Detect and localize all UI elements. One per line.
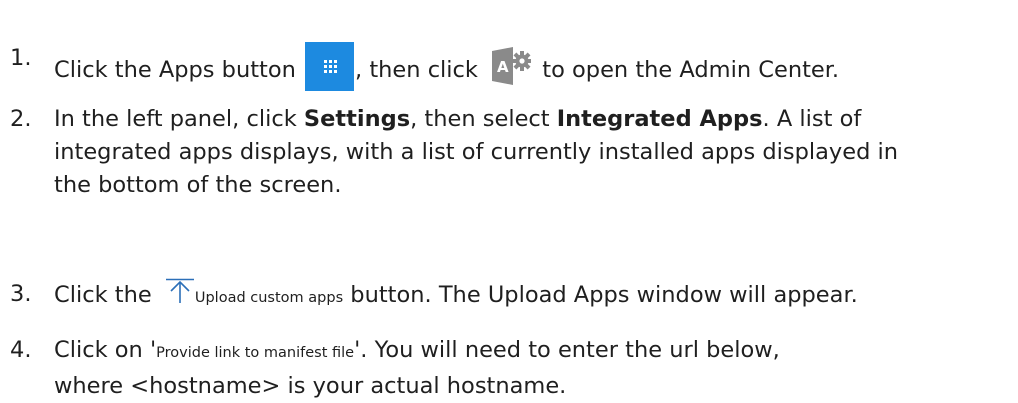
step-2-text-b: , then select: [410, 106, 550, 132]
apps-grid-icon: [305, 42, 355, 91]
step-number: 3.: [10, 281, 32, 307]
settings-label: Settings: [303, 106, 411, 132]
step-2-line-3: the bottom of the screen.: [54, 172, 342, 198]
admin-icon-letter: A: [497, 58, 509, 76]
step-4-text-b: '. You will need to enter the url below,: [354, 337, 780, 363]
step-1-text-a: Click the Apps button: [54, 57, 296, 83]
step-number: 1.: [10, 45, 32, 71]
upload-arrow-icon: [165, 278, 195, 304]
upload-custom-apps-label: Upload custom apps: [194, 290, 344, 306]
provide-link-label: Provide link to manifest file: [156, 345, 355, 361]
step-number: 2.: [10, 106, 32, 132]
step-3-text-b: button. The Upload Apps window will appe…: [350, 282, 858, 308]
step-1-text-c: to open the Admin Center.: [542, 57, 840, 83]
step-2-text-c: . A list of: [762, 106, 862, 132]
integrated-apps-label: Integrated Apps: [556, 106, 763, 132]
step-2-line-2: integrated apps displays, with a list of…: [54, 139, 899, 165]
step-2-text-a: In the left panel, click: [54, 106, 297, 132]
step-1-text-b: , then click: [355, 57, 478, 83]
admin-center-icon: A: [491, 45, 532, 87]
step-4-text-a: Click on ': [54, 337, 157, 363]
step-3-text-a: Click the: [54, 282, 152, 308]
step-4-line-2: where <hostname> is your actual hostname…: [54, 373, 567, 399]
step-number: 4.: [10, 337, 32, 363]
